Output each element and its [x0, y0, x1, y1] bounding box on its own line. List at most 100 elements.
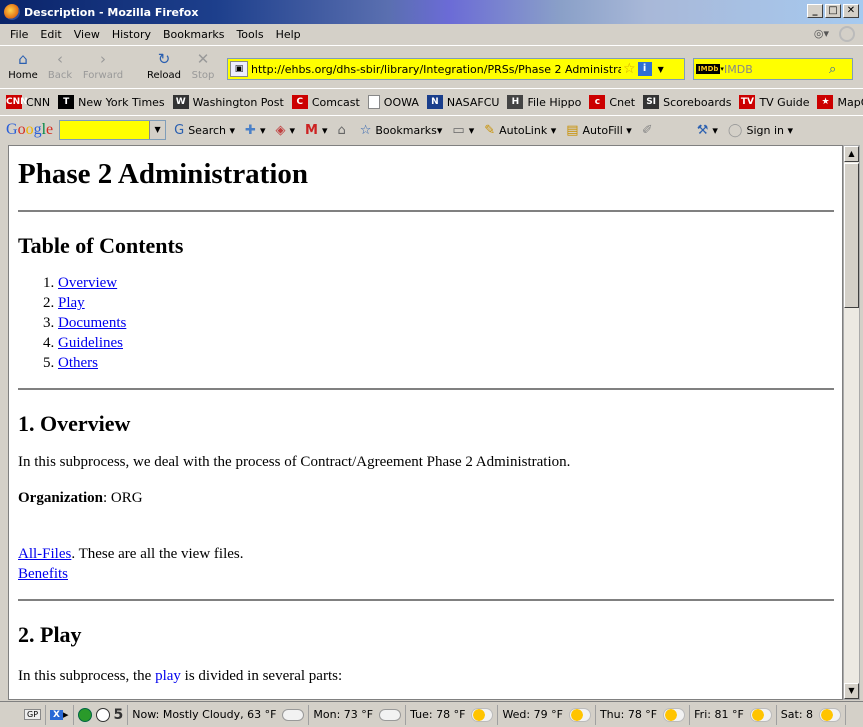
scroll-thumb[interactable] [844, 163, 859, 308]
bookmark-si[interactable]: SI Scoreboards [643, 95, 731, 109]
google-search-button[interactable]: G Search ▾ [174, 123, 235, 138]
url-dropdown-icon[interactable]: ▼ [658, 65, 664, 74]
weather-now[interactable]: Now: Mostly Cloudy, 63 °F [128, 704, 310, 725]
back-label: Back [47, 70, 73, 81]
maximize-button[interactable]: □ [825, 4, 841, 18]
forward-button[interactable]: › Forward [80, 50, 126, 81]
page-content[interactable]: Phase 2 Administration Table of Contents… [8, 145, 843, 700]
play-intro-pre: In this subprocess, the [18, 668, 156, 684]
bookmark-label: File Hippo [527, 95, 582, 109]
weather-day[interactable]: Fri: 81 °F [690, 704, 777, 725]
status-bar: GP X ▸ 5 Now: Mostly Cloudy, 63 °F Mon: 7… [0, 701, 863, 727]
toc-link-play[interactable]: Play [58, 295, 85, 311]
weather-day-label: Wed: 79 °F [502, 708, 563, 721]
weather-status-icons[interactable]: 5 [74, 704, 129, 725]
bookmark-nasafcu[interactable]: N NASAFCU [426, 95, 499, 109]
google-search-input[interactable]: ▼ [59, 120, 167, 140]
status-circle-icon[interactable]: ◎▾ [814, 27, 829, 40]
autofill-label: AutoFill [582, 123, 623, 137]
vertical-scrollbar[interactable]: ▲ ▼ [843, 145, 860, 700]
search-engine-selector[interactable]: IMDb ▾ [696, 61, 724, 77]
weather-day-label: Mon: 73 °F [313, 708, 374, 721]
weather-day[interactable]: Sat: 8 [777, 704, 847, 725]
google-signin-button[interactable]: ◯ Sign in ▾ [728, 123, 793, 138]
info-icon[interactable]: i [637, 62, 652, 76]
url-bar[interactable]: ▣ ☆ i ▼ [227, 58, 685, 80]
menu-view[interactable]: View [68, 28, 106, 41]
x-addon-button[interactable]: X ▸ [46, 704, 74, 725]
all-files-link[interactable]: All-Files [18, 546, 71, 562]
toc-link-others[interactable]: Others [58, 355, 98, 371]
bookmark-cnn[interactable]: CNN CNN [6, 95, 50, 109]
google-tools-button[interactable]: ◈ ▾ [275, 123, 295, 138]
bookmark-mapquest[interactable]: ★MapQuest [817, 95, 863, 109]
forward-arrow-icon: › [100, 50, 106, 68]
menu-history[interactable]: History [106, 28, 157, 41]
menu-tools[interactable]: Tools [230, 28, 269, 41]
cloud-icon [282, 708, 305, 721]
weather-day-label: Sat: 8 [780, 708, 814, 721]
google-settings-button[interactable]: ⚒ ▾ [697, 123, 718, 138]
weather-day[interactable]: Wed: 79 °F [498, 704, 596, 725]
toc-link-overview[interactable]: Overview [58, 275, 117, 291]
plus-icon: ✚ [245, 122, 256, 138]
partly-sunny-icon [471, 707, 494, 722]
play-intro: In this subprocess, the play is divided … [18, 667, 834, 685]
autolink-label: AutoLink [499, 123, 548, 137]
weather-day[interactable]: Mon: 73 °F [309, 704, 407, 725]
scroll-up-icon[interactable]: ▲ [844, 146, 859, 162]
site-identity-icon[interactable]: ▣ [230, 61, 248, 77]
bookmark-star-icon[interactable]: ☆ [623, 61, 636, 77]
menu-edit[interactable]: Edit [34, 28, 67, 41]
google-search-dropdown-icon[interactable]: ▼ [149, 121, 166, 139]
bookmark-page[interactable]: OOWA [367, 95, 419, 109]
gmail-button[interactable]: M ▾ [305, 123, 327, 138]
bookmark-tvguide[interactable]: TV TV Guide [739, 95, 809, 109]
bookmark-filehippo[interactable]: H File Hippo [507, 95, 581, 109]
bookmark-cnet[interactable]: c Cnet [589, 95, 635, 109]
divider [18, 599, 834, 601]
weather-day[interactable]: Thu: 78 °F [596, 704, 691, 725]
autolink-icon: ✎ [484, 122, 496, 138]
google-plus-button[interactable]: ✚ ▾ [245, 123, 265, 138]
menu-bookmarks[interactable]: Bookmarks [157, 28, 230, 41]
building-icon: ⌂ [337, 122, 346, 138]
back-button[interactable]: ‹ Back [44, 50, 76, 81]
reload-button[interactable]: ↻ Reload [144, 50, 184, 81]
minimize-button[interactable]: _ [807, 4, 823, 18]
search-icon[interactable]: ⌕ [829, 62, 836, 77]
benefits-link[interactable]: Benefits [18, 566, 68, 582]
menu-help[interactable]: Help [270, 28, 307, 41]
search-bar[interactable]: IMDb▾ ⌕ [693, 58, 853, 80]
weather-day-label: Tue: 78 °F [410, 708, 466, 721]
weather-day-label: Thu: 78 °F [599, 708, 658, 721]
play-link[interactable]: play [155, 668, 181, 684]
home-label: Home [8, 70, 38, 81]
search-input[interactable] [724, 62, 829, 76]
autofill-button[interactable]: ▤ AutoFill ▾ [566, 123, 632, 138]
scroll-down-icon[interactable]: ▼ [844, 683, 859, 699]
url-input[interactable] [251, 62, 621, 76]
google-building-button[interactable]: ⌂ [337, 123, 349, 138]
gp-badge[interactable]: GP [0, 704, 47, 725]
home-button[interactable]: ⌂ Home [6, 50, 40, 81]
toc-item: Others [58, 353, 834, 373]
signin-label: Sign in [746, 123, 784, 137]
toc-link-guidelines[interactable]: Guidelines [58, 335, 123, 351]
pencil-icon: ✐ [641, 122, 653, 138]
google-pencil-button[interactable]: ✐ [642, 123, 657, 138]
weather-day[interactable]: Tue: 78 °F [406, 704, 499, 725]
clock-icon [95, 707, 110, 722]
google-g-icon: G [174, 122, 185, 138]
bookmark-nyt[interactable]: T New York Times [58, 95, 165, 109]
toc-link-documents[interactable]: Documents [58, 315, 126, 331]
google-bookmarks-button[interactable]: ☆ Bookmarks ▾ [360, 123, 443, 138]
bookmark-label: Scoreboards [663, 95, 732, 109]
close-button[interactable]: ✕ [843, 4, 859, 18]
google-rect-button[interactable]: ▭ ▾ [452, 123, 474, 138]
menu-file[interactable]: File [4, 28, 34, 41]
stop-button[interactable]: ✕ Stop [188, 50, 218, 81]
bookmark-comcast[interactable]: C Comcast [291, 95, 360, 109]
autolink-button[interactable]: ✎ AutoLink ▾ [484, 123, 556, 138]
bookmark-wapo[interactable]: W Washington Post [172, 95, 284, 109]
